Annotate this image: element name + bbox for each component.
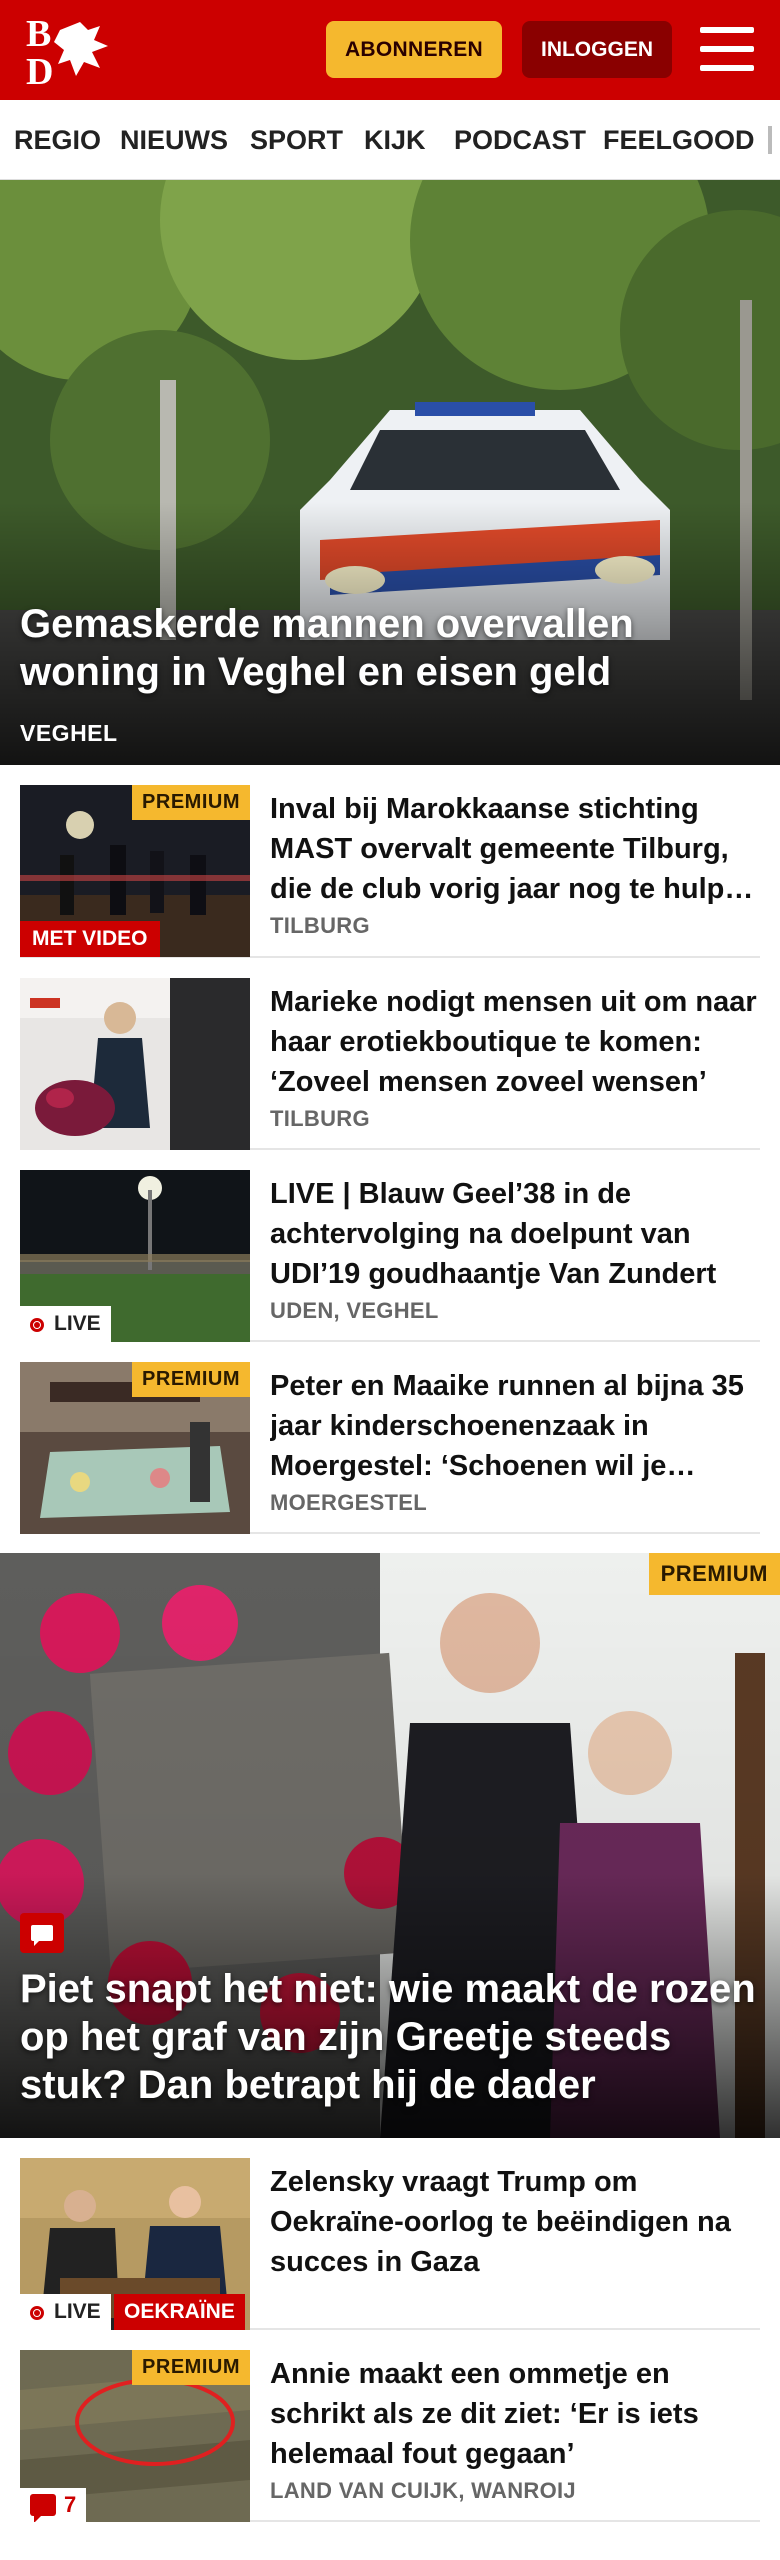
article-thumbnail[interactable] (20, 978, 250, 1150)
list-item[interactable]: Marieke nodigt mensen uit om naar haar e… (20, 958, 760, 1150)
comment-count: 7 (64, 2492, 77, 2517)
list-item[interactable]: PREMIUM Peter en Maaike runnen al bijna … (20, 1342, 760, 1534)
nav-item-feelgood[interactable]: FEELGOOD (603, 100, 755, 179)
live-badge: LIVE (20, 2294, 111, 2330)
nav-overflow-indicator (768, 126, 772, 154)
nav-item-nieuws[interactable]: NIEUWS (120, 100, 228, 179)
article-thumbnail[interactable]: PREMIUM (20, 1362, 250, 1534)
article-thumbnail[interactable]: PREMIUM 7 (20, 2350, 250, 2522)
article-location: UDEN, VEGHEL (270, 1298, 439, 1323)
article-location: TILBURG (270, 1106, 370, 1131)
article-location: TILBURG (270, 913, 370, 938)
subscribe-button[interactable]: ABONNEREN (326, 21, 502, 78)
premium-badge: PREMIUM (648, 1553, 780, 1595)
bd-logo-mark: B D (26, 13, 108, 93)
list-item[interactable]: PREMIUM 7 Annie maakt een ommetje en sch… (20, 2330, 760, 2522)
comment-icon (30, 2494, 56, 2522)
premium-badge: PREMIUM (132, 785, 250, 820)
hero-location: VEGHEL (20, 720, 118, 746)
article-location: MOERGESTEL (270, 1490, 428, 1515)
list-item[interactable]: PREMIUM MET VIDEO Inval bij Marokkaanse … (20, 765, 760, 958)
topic-tag-badge[interactable]: OEKRAÏNE (114, 2294, 245, 2330)
premium-badge: PREMIUM (132, 2350, 250, 2385)
article-location: LAND VAN CUIJK, WANROIJ (270, 2478, 576, 2503)
feature-article[interactable]: PREMIUM Piet snapt het niet: wie maakt d… (0, 1553, 780, 2138)
svg-text:D: D (26, 51, 53, 90)
nav-item-sport[interactable]: SPORT (250, 100, 343, 179)
article-title[interactable]: Zelensky vraagt Trump om Oekraïne-oorlog… (270, 2162, 760, 2282)
nav-item-podcast[interactable]: PODCAST (454, 100, 586, 179)
section-nav: REGIO NIEUWS SPORT KIJK PODCAST FEELGOOD (0, 100, 780, 180)
article-title[interactable]: Inval bij Marokkaanse stichting MAST ove… (270, 789, 760, 909)
comment-icon (20, 1913, 64, 1953)
feature-title[interactable]: Piet snapt het niet: wie maakt de rozen … (20, 1965, 760, 2109)
article-title[interactable]: LIVE | Blauw Geel’38 in de achtervolging… (270, 1174, 760, 1294)
article-title[interactable]: Marieke nodigt mensen uit om naar haar e… (270, 982, 760, 1102)
premium-badge: PREMIUM (132, 1362, 250, 1397)
article-thumbnail[interactable]: PREMIUM MET VIDEO (20, 785, 250, 957)
nav-item-kijk[interactable]: KIJK (364, 100, 426, 179)
article-thumbnail[interactable]: LIVE OEKRAÏNE (20, 2158, 250, 2330)
login-button[interactable]: INLOGGEN (522, 21, 672, 78)
thumbnail-image (20, 978, 250, 1150)
list-item[interactable]: LIVE LIVE | Blauw Geel’38 in de achtervo… (20, 1150, 760, 1342)
article-thumbnail[interactable]: LIVE (20, 1170, 250, 1342)
hero-article[interactable]: Gemaskerde mannen overvallen woning in V… (0, 180, 780, 765)
hamburger-menu-icon[interactable] (700, 25, 754, 73)
comments-badge[interactable]: 7 (20, 2488, 87, 2522)
article-title[interactable]: Peter en Maaike runnen al bijna 35 jaar … (270, 1366, 760, 1486)
video-badge: MET VIDEO (20, 921, 160, 957)
top-header: B D ABONNEREN INLOGGEN (0, 0, 780, 100)
bd-logo[interactable]: B D (20, 10, 120, 93)
hero-title[interactable]: Gemaskerde mannen overvallen woning in V… (20, 600, 720, 696)
article-title[interactable]: Annie maakt een ommetje en schrikt als z… (270, 2354, 760, 2474)
live-badge: LIVE (20, 1306, 111, 1342)
nav-item-regio[interactable]: REGIO (14, 100, 101, 179)
list-item[interactable]: LIVE OEKRAÏNE Zelensky vraagt Trump om O… (20, 2138, 760, 2330)
svg-text:B: B (26, 13, 51, 55)
